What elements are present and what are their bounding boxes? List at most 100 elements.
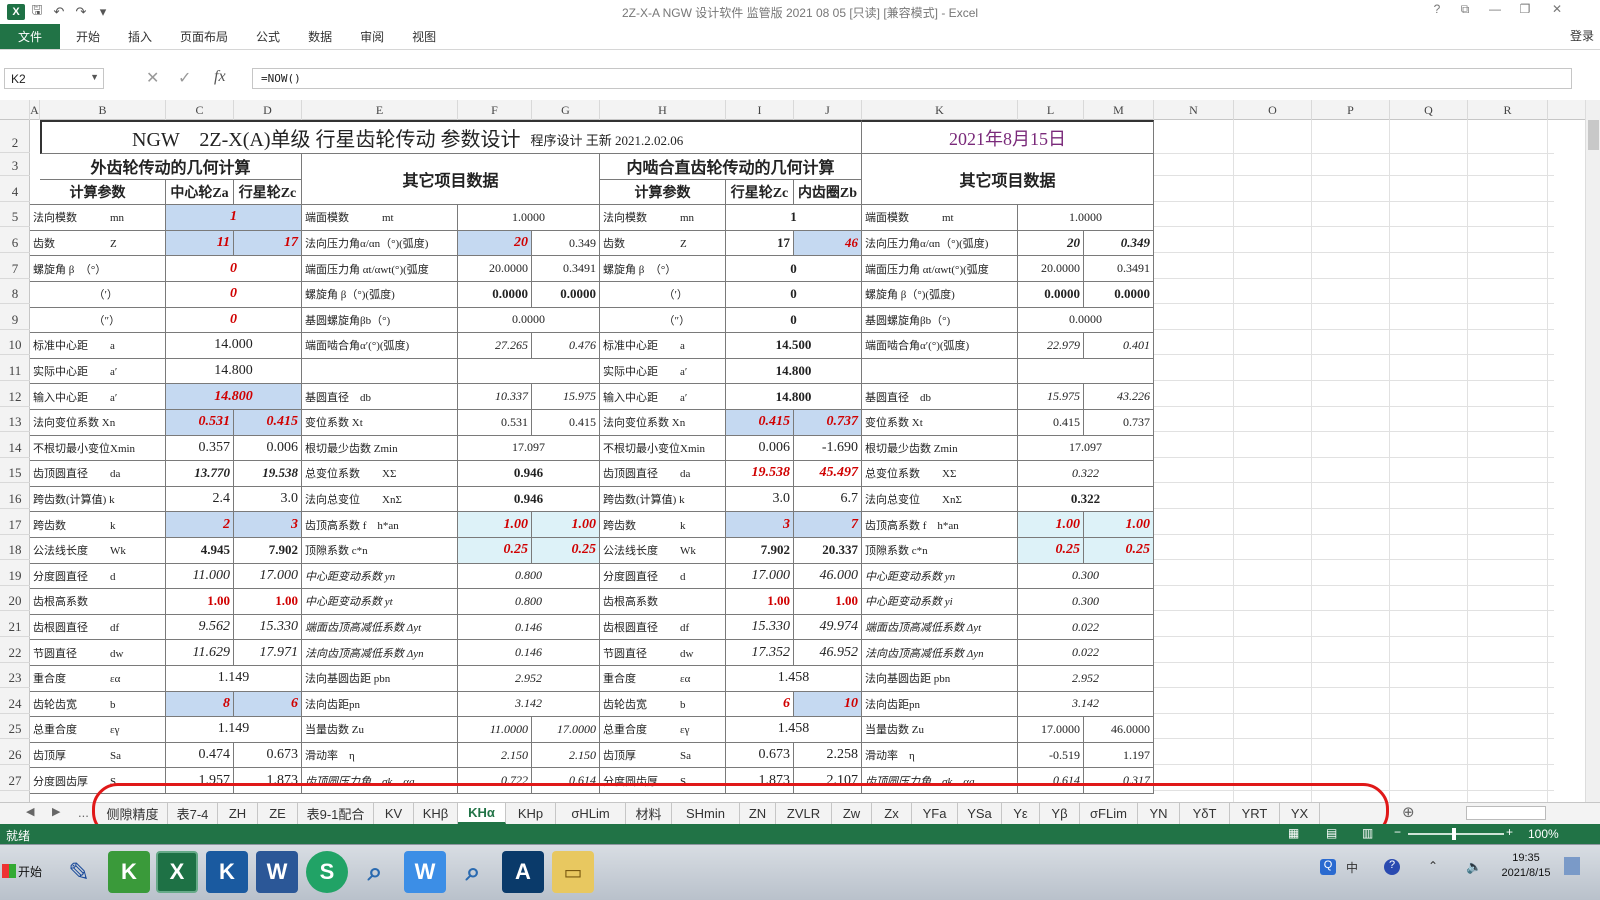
ime-tray-icon[interactable]: 中 [1346, 859, 1358, 876]
value-cell[interactable]: 22.979 [1018, 333, 1084, 359]
sheet-tab[interactable]: Yε [1002, 803, 1040, 824]
value-cell[interactable]: 2.150 [532, 742, 600, 769]
zoom-slider-thumb[interactable] [1452, 828, 1456, 840]
value-cell[interactable]: 0.531 [458, 410, 532, 436]
row-header[interactable]: 14 [0, 432, 30, 458]
row-header[interactable]: 16 [0, 483, 30, 509]
value-cell[interactable]: 2 [166, 512, 234, 538]
param-label[interactable]: （″） [30, 307, 166, 334]
param-label[interactable]: 总变位系数 XΣ [862, 461, 1018, 487]
value-cell[interactable]: 17 [726, 230, 794, 257]
row-header[interactable]: 2 [0, 120, 30, 153]
param-label[interactable]: 法向齿顶高减低系数 Δyn [302, 640, 458, 666]
pen-app-icon[interactable]: ✎ [58, 851, 100, 893]
value-cell[interactable]: 0.006 [234, 435, 302, 462]
value-cell[interactable]: 45.497 [794, 461, 862, 487]
subheader-param-2[interactable]: 计算参数 [600, 179, 726, 206]
value-cell[interactable]: 11 [166, 230, 234, 257]
column-header[interactable]: E [302, 100, 458, 120]
param-label[interactable]: 跨齿数 k [30, 512, 166, 538]
param-label[interactable]: 滑动率 η [302, 742, 458, 769]
param-label[interactable]: 变位系数 Xt [302, 410, 458, 436]
enter-icon[interactable]: ✓ [178, 68, 191, 88]
help-icon[interactable]: ? [1424, 2, 1450, 16]
value-cell[interactable]: 11.629 [166, 640, 234, 666]
value-cell[interactable]: 0.614 [1018, 768, 1084, 794]
param-label[interactable]: 基圆直径 db [302, 384, 458, 410]
value-cell[interactable]: 17.000 [234, 563, 302, 590]
row-header[interactable]: 22 [0, 637, 30, 663]
value-cell[interactable]: 0.737 [1084, 410, 1154, 436]
value-cell[interactable]: 27.265 [458, 333, 532, 359]
value-cell[interactable]: 17 [234, 230, 302, 257]
sheet-tab[interactable]: ZE [258, 803, 298, 824]
sheet-cells[interactable]: NGW 2Z-X(A)单级 行星齿轮传动 参数设计 程序设计 王新 2021.2.… [30, 120, 1585, 802]
value-cell[interactable]: 0.317 [1084, 768, 1154, 794]
value-cell[interactable]: 0.322 [1018, 461, 1154, 487]
value-cell[interactable]: 14.800 [726, 384, 862, 410]
value-cell[interactable]: 0.415 [1018, 410, 1084, 436]
minimize-button[interactable]: — [1482, 2, 1508, 16]
value-cell[interactable]: 20.337 [794, 538, 862, 564]
value-cell[interactable]: 0.737 [794, 410, 862, 436]
value-cell[interactable]: -1.690 [794, 435, 862, 462]
value-cell[interactable]: 15.975 [1018, 384, 1084, 410]
param-label[interactable]: 中心距变动系数 yn [862, 563, 1018, 590]
param-label[interactable] [862, 358, 1018, 385]
value-cell[interactable]: 19.538 [234, 461, 302, 487]
volume-icon[interactable]: 🔈 [1466, 859, 1482, 875]
value-cell[interactable]: 46.952 [794, 640, 862, 666]
param-label[interactable]: 齿数 Z [30, 230, 166, 257]
param-label[interactable]: 齿顶圆压力角 σk αa [302, 768, 458, 794]
param-label[interactable]: 顶隙系数 c*n [302, 538, 458, 564]
value-cell[interactable]: 9.562 [166, 614, 234, 641]
column-header[interactable]: L [1018, 100, 1084, 120]
param-label[interactable]: 端面齿顶高减低系数 Δyt [302, 614, 458, 641]
value-cell[interactable]: 0.349 [532, 230, 600, 257]
column-header[interactable]: D [234, 100, 302, 120]
param-label[interactable]: 分度圆齿厚 S [30, 768, 166, 794]
param-label[interactable]: 公法线长度 Wk [600, 538, 726, 564]
param-label[interactable]: 法向齿距pn [302, 691, 458, 718]
value-cell[interactable]: 20.0000 [458, 256, 532, 282]
column-header[interactable]: A [30, 100, 40, 120]
add-sheet-icon[interactable]: ⊕ [1402, 803, 1415, 821]
zoom-in-button[interactable]: + [1506, 825, 1513, 839]
value-cell[interactable]: 1.00 [166, 589, 234, 615]
value-cell[interactable]: 6 [234, 691, 302, 718]
value-cell[interactable]: 14.800 [166, 384, 302, 410]
value-cell[interactable]: 0 [726, 256, 862, 282]
select-all-corner[interactable] [0, 100, 30, 120]
row-header[interactable]: 9 [0, 304, 30, 330]
column-header[interactable]: H [600, 100, 726, 120]
customize-qat-icon[interactable]: ▾ [92, 4, 114, 20]
param-label[interactable]: 螺旋角 β （°） [30, 256, 166, 282]
param-label[interactable]: 滑动率 η [862, 742, 1018, 769]
value-cell[interactable]: 0.022 [1018, 640, 1154, 666]
param-label[interactable]: 基圆直径 db [862, 384, 1018, 410]
search-tray-icon[interactable]: Q [1320, 859, 1336, 875]
value-cell[interactable]: 0.415 [726, 410, 794, 436]
sheet-tab[interactable]: Yβ [1040, 803, 1080, 824]
param-label[interactable]: 齿根高系数 [30, 589, 166, 615]
magnifier-app-icon[interactable]: ⌕ [354, 851, 396, 893]
save-icon[interactable]: 🖫 [26, 1, 48, 23]
value-cell[interactable]: 3 [234, 512, 302, 538]
sign-in-link[interactable]: 登录 [1570, 27, 1594, 44]
column-header[interactable]: P [1312, 100, 1390, 120]
column-header[interactable]: Q [1390, 100, 1468, 120]
value-cell[interactable]: 19.538 [726, 461, 794, 487]
value-cell[interactable]: 11.000 [166, 563, 234, 590]
value-cell[interactable]: 1.00 [458, 512, 532, 538]
sheet-tab[interactable]: σHLim [556, 803, 626, 824]
value-cell[interactable]: 0.357 [166, 435, 234, 462]
param-label[interactable]: 当量齿数 Zu [302, 717, 458, 743]
value-cell[interactable]: 0.415 [234, 410, 302, 436]
value-cell[interactable]: 0 [726, 307, 862, 334]
param-label[interactable]: 总重合度 εγ [600, 717, 726, 743]
value-cell[interactable]: 1.873 [234, 768, 302, 794]
row-header[interactable]: 10 [0, 330, 30, 356]
tab-home[interactable]: 开始 [60, 24, 114, 49]
value-cell[interactable]: 1.00 [532, 512, 600, 538]
row-header[interactable]: 5 [0, 202, 30, 228]
